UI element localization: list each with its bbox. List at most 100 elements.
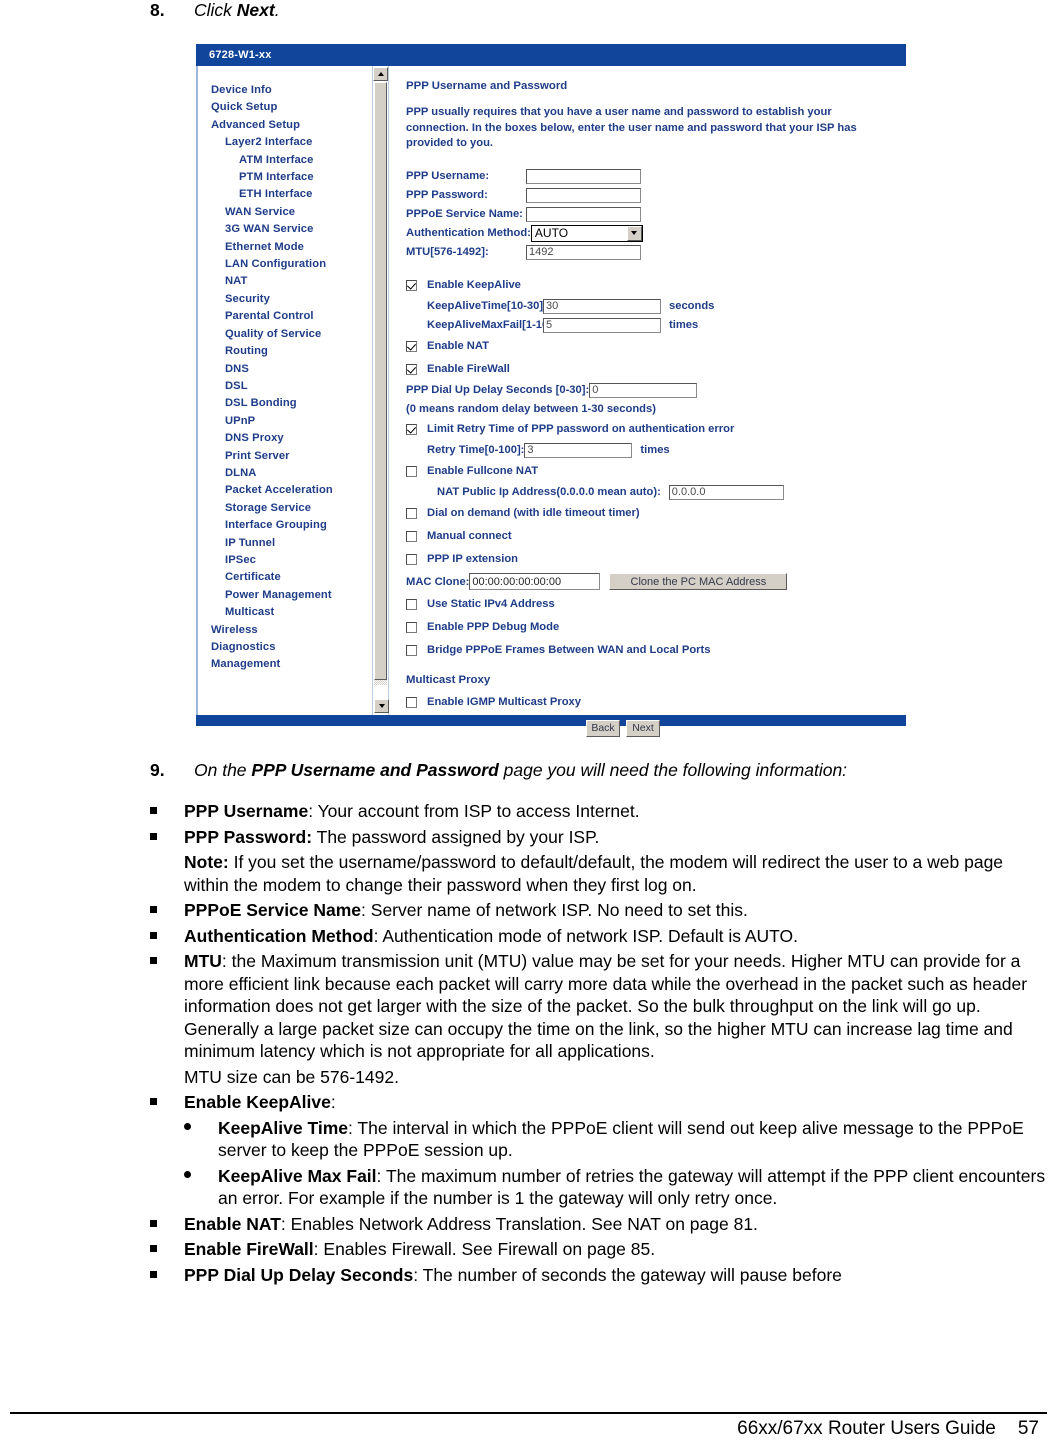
sidebar-item-interface-grouping[interactable]: Interface Grouping [211, 517, 370, 534]
enable-igmp-multicast-proxy-row[interactable]: Enable IGMP Multicast Proxy [406, 691, 906, 714]
keepalive-maxfail-input[interactable]: 5 [543, 317, 661, 333]
scrollbar-thumb[interactable] [374, 82, 387, 680]
bridge-pppoe-frames-row[interactable]: Bridge PPPoE Frames Between WAN and Loca… [406, 639, 906, 662]
sidebar-item-power-management[interactable]: Power Management [211, 587, 370, 604]
enable-nat-checkbox[interactable] [406, 340, 417, 352]
ppp-username-row: PPP Username: [406, 167, 906, 186]
enable-fullcone-nat-checkbox[interactable] [406, 465, 417, 477]
keepalive-sub-list: KeepAlive Time: The interval in which th… [184, 1117, 1050, 1210]
sidebar-item-dns-proxy[interactable]: DNS Proxy [211, 430, 370, 447]
sidebar-item-dsl-bonding[interactable]: DSL Bonding [211, 395, 370, 412]
sidebar-item-device-info[interactable]: Device Info [211, 82, 370, 99]
nat-public-ip-input[interactable]: 0.0.0.0 [668, 484, 784, 500]
next-button[interactable]: Next [626, 719, 660, 737]
footer-divider [10, 1412, 1047, 1414]
square-bullet-icon [150, 1264, 184, 1287]
scroll-up-button[interactable] [373, 67, 388, 81]
auth-method-value: AUTO [534, 226, 569, 240]
sidebar-item-certificate[interactable]: Certificate [211, 569, 370, 586]
sidebar-item-packet-acceleration[interactable]: Packet Acceleration [211, 482, 370, 499]
sidebar-item-quality-of-service[interactable]: Quality of Service [211, 326, 370, 343]
sidebar-item-diagnostics[interactable]: Diagnostics [211, 639, 370, 656]
sidebar-item-ipsec[interactable]: IPSec [211, 552, 370, 569]
enable-firewall-row[interactable]: Enable FireWall [406, 358, 906, 381]
bullet-rest: : The number of seconds the gateway will… [413, 1264, 842, 1285]
back-button[interactable]: Back [586, 719, 620, 737]
sidebar-item-print-server[interactable]: Print Server [211, 448, 370, 465]
pppoe-service-name-input[interactable] [526, 206, 641, 222]
enable-igmp-multicast-proxy-checkbox[interactable] [406, 696, 417, 708]
square-bullet-icon [150, 800, 184, 823]
round-bullet-icon [184, 1117, 218, 1162]
bullet-term: PPP Dial Up Delay Seconds [184, 1264, 414, 1285]
sidebar-item-eth-interface[interactable]: ETH Interface [211, 186, 370, 203]
clone-pc-mac-address-button[interactable]: Clone the PC MAC Address [609, 573, 788, 590]
sidebar-item-nat[interactable]: NAT [211, 273, 370, 290]
sidebar-item-wireless[interactable]: Wireless [211, 622, 370, 639]
sidebar-item-dlna[interactable]: DLNA [211, 465, 370, 482]
manual-connect-checkbox[interactable] [406, 530, 417, 542]
keepalive-time-input[interactable]: 30 [543, 298, 661, 314]
note-rest: If you set the username/password to defa… [184, 852, 1004, 895]
sidebar-item-routing[interactable]: Routing [211, 343, 370, 360]
sidebar-item-dns[interactable]: DNS [211, 361, 370, 378]
keepalive-time-label: KeepAliveTime[10-30]: [427, 300, 547, 312]
enable-nat-row[interactable]: Enable NAT [406, 335, 906, 358]
mac-clone-input[interactable]: 00:00:00:00:00:00 [469, 573, 601, 590]
mtu-input[interactable]: 1492 [526, 244, 641, 260]
retry-time-row: Retry Time[0-100]: 3 times [427, 441, 906, 460]
auth-method-select[interactable]: AUTO [530, 224, 643, 242]
dial-on-demand-label: Dial on demand (with idle timeout timer) [427, 507, 640, 519]
sidebar-item-dsl[interactable]: DSL [211, 378, 370, 395]
limit-retry-row[interactable]: Limit Retry Time of PPP password on auth… [406, 418, 906, 441]
sidebar-item-lan-configuration[interactable]: LAN Configuration [211, 256, 370, 273]
bridge-pppoe-frames-checkbox[interactable] [406, 644, 417, 656]
sidebar-item-ip-tunnel[interactable]: IP Tunnel [211, 535, 370, 552]
sidebar-item-ethernet-mode[interactable]: Ethernet Mode [211, 239, 370, 256]
sidebar-item-wan-service[interactable]: WAN Service [211, 204, 370, 221]
ppp-username-input[interactable] [526, 168, 641, 184]
chevron-down-icon[interactable] [626, 225, 642, 241]
chevron-up-icon [377, 72, 384, 76]
sidebar-item-multicast[interactable]: Multicast [211, 604, 370, 621]
ppp-ip-extension-row[interactable]: PPP IP extension [406, 548, 906, 571]
sidebar-item-advanced-setup[interactable]: Advanced Setup [211, 117, 370, 134]
sidebar-item-atm-interface[interactable]: ATM Interface [211, 152, 370, 169]
use-static-ipv4-checkbox[interactable] [406, 598, 417, 610]
sidebar-item-3g-wan-service[interactable]: 3G WAN Service [211, 221, 370, 238]
retry-time-input[interactable]: 3 [524, 442, 633, 458]
sidebar-item-ptm-interface[interactable]: PTM Interface [211, 169, 370, 186]
bullet-term: KeepAlive Time [218, 1117, 349, 1138]
manual-connect-row[interactable]: Manual connect [406, 525, 906, 548]
enable-keepalive-checkbox[interactable] [406, 279, 417, 291]
limit-retry-checkbox[interactable] [406, 423, 417, 435]
use-static-ipv4-row[interactable]: Use Static IPv4 Address [406, 593, 906, 616]
scroll-down-button[interactable] [374, 699, 389, 713]
sidebar-item-management[interactable]: Management [211, 656, 370, 673]
enable-ppp-debug-row[interactable]: Enable PPP Debug Mode [406, 616, 906, 639]
dial-delay-input[interactable]: 0 [589, 382, 698, 398]
dial-on-demand-checkbox[interactable] [406, 507, 417, 519]
bullet-text: MTU: the Maximum transmission unit (MTU)… [184, 950, 1050, 1063]
sidebar-item-layer2-interface[interactable]: Layer2 Interface [211, 134, 370, 151]
sidebar-item-upnp[interactable]: UPnP [211, 413, 370, 430]
bullet-text: PPP Username: Your account from ISP to a… [184, 800, 1050, 823]
footer-page-number: 57 [1017, 1418, 1039, 1439]
nat-public-ip-label: NAT Public Ip Address(0.0.0.0 mean auto)… [437, 486, 661, 498]
sidebar-item-parental-control[interactable]: Parental Control [211, 308, 370, 325]
wizard-nav-buttons: Back Next [586, 719, 906, 737]
enable-fullcone-nat-row[interactable]: Enable Fullcone NAT [406, 460, 906, 483]
vertical-scrollbar[interactable] [372, 66, 389, 715]
ppp-ip-extension-checkbox[interactable] [406, 553, 417, 565]
enable-firewall-checkbox[interactable] [406, 363, 417, 375]
dial-on-demand-row[interactable]: Dial on demand (with idle timeout timer) [406, 502, 906, 525]
enable-ppp-debug-checkbox[interactable] [406, 621, 417, 633]
bullet-text: PPPoE Service Name: Server name of netwo… [184, 899, 1050, 922]
sidebar-item-security[interactable]: Security [211, 291, 370, 308]
enable-keepalive-row[interactable]: Enable KeepAlive [406, 274, 906, 297]
bullet-rest: : Enables Network Address Translation. S… [280, 1213, 758, 1234]
list-item: KeepAlive Max Fail: The maximum number o… [184, 1165, 1050, 1210]
sidebar-item-quick-setup[interactable]: Quick Setup [211, 99, 370, 116]
sidebar-item-storage-service[interactable]: Storage Service [211, 500, 370, 517]
ppp-password-input[interactable] [526, 187, 641, 203]
